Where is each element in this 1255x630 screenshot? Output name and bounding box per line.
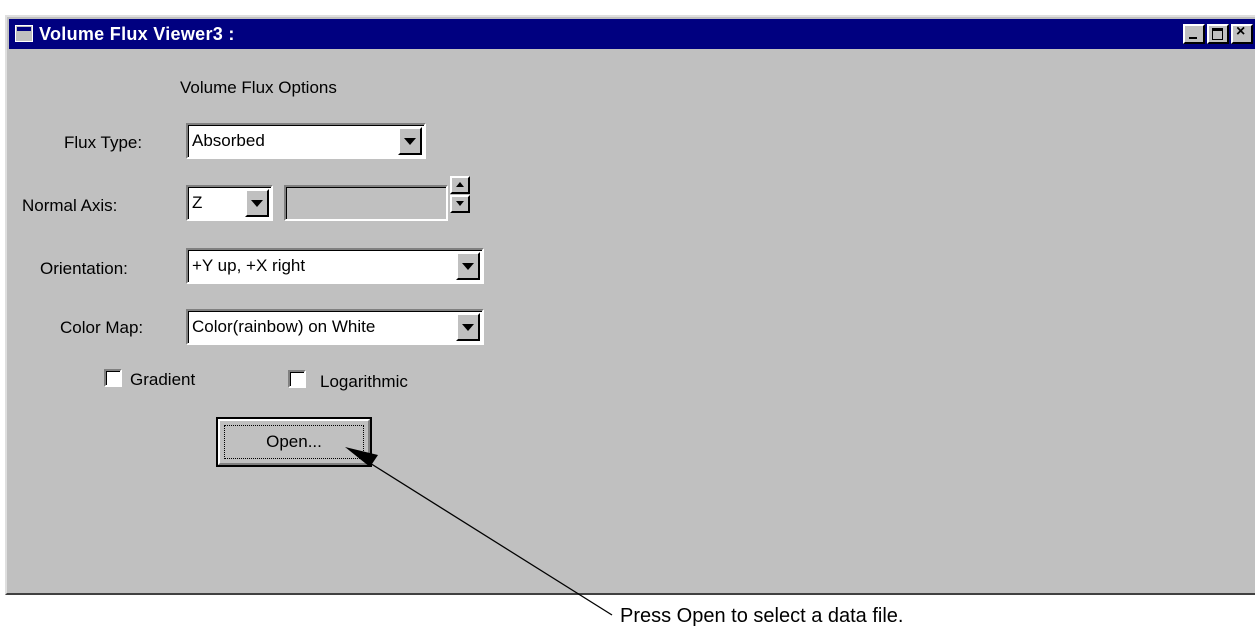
callout-text: Press Open to select a data file. xyxy=(620,605,904,627)
callout-arrow xyxy=(345,447,613,616)
